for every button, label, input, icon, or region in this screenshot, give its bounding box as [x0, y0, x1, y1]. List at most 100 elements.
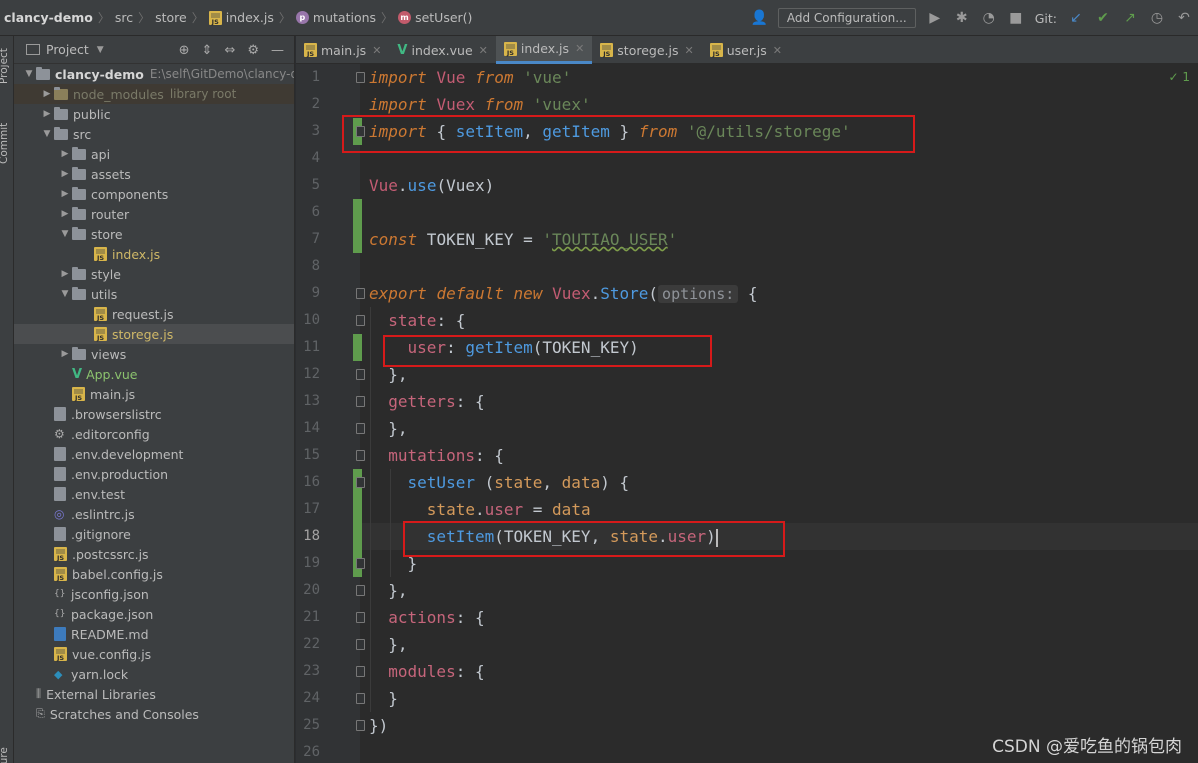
locate-icon[interactable]: ⊕ [179, 43, 190, 58]
tab-index-vue[interactable]: V index.vue ✕ [389, 36, 495, 64]
chevron-down-icon[interactable]: ▼ [40, 129, 54, 139]
close-icon[interactable]: ✕ [684, 44, 693, 57]
inspection-ok-icon[interactable]: ✓ 1 [1168, 70, 1190, 84]
chevron-right-icon[interactable]: ▶ [58, 269, 72, 279]
close-icon[interactable]: ✕ [479, 44, 488, 57]
tree-item-jsconfig-json[interactable]: {} jsconfig.json [14, 584, 294, 604]
tab-main-js[interactable]: JS main.js ✕ [296, 36, 389, 64]
chevron-right-icon[interactable]: ▶ [58, 149, 72, 159]
tree-item-style[interactable]: ▶ style [14, 264, 294, 284]
collapse-all-icon[interactable]: ⇔ [224, 43, 235, 58]
breadcrumb-mutations[interactable]: mutations [313, 10, 376, 25]
expand-all-icon[interactable]: ⇕ [202, 43, 213, 58]
chevron-down-icon[interactable]: ▼ [58, 229, 72, 239]
tree-item-label: storege.js [112, 326, 174, 342]
commit-tool-tab[interactable]: Commit [0, 123, 10, 164]
fold-icon[interactable] [356, 369, 365, 380]
tree-item-app-vue[interactable]: V App.vue [14, 364, 294, 384]
fold-icon[interactable] [356, 666, 365, 677]
chevron-right-icon[interactable]: ▶ [58, 349, 72, 359]
tree-item-src[interactable]: ▼ src [14, 124, 294, 144]
tree-item-request-js[interactable]: JS request.js [14, 304, 294, 324]
chevron-down-icon[interactable]: ▼ [97, 45, 104, 55]
chevron-down-icon[interactable]: ▼ [58, 289, 72, 299]
tree-item-eslintrc-js[interactable]: ◎ .eslintrc.js [14, 504, 294, 524]
tree-item-browserslistrc[interactable]: .browserslistrc [14, 404, 294, 424]
breadcrumb-project[interactable]: clancy-demo [4, 10, 93, 25]
tree-item-editorconfig[interactable]: ⚙ .editorconfig [14, 424, 294, 444]
add-configuration-button[interactable]: Add Configuration... [777, 8, 916, 28]
chevron-right-icon[interactable]: ▶ [40, 109, 54, 119]
breadcrumb-file[interactable]: index.js [226, 10, 274, 25]
fold-icon[interactable] [356, 450, 365, 461]
tree-item-gitignore[interactable]: .gitignore [14, 524, 294, 544]
fold-icon[interactable] [356, 477, 365, 488]
fold-icon[interactable] [356, 585, 365, 596]
tree-item-utils[interactable]: ▼ utils [14, 284, 294, 304]
breadcrumb-method[interactable]: setUser() [415, 10, 472, 25]
tree-root[interactable]: ▼ clancy-demo E:\self\GitDemo\clancy-dem… [14, 64, 294, 84]
fold-icon[interactable] [356, 423, 365, 434]
tree-item-components[interactable]: ▶ components [14, 184, 294, 204]
tree-item-external-libraries[interactable]: ⫼ External Libraries [14, 684, 294, 704]
user-icon[interactable]: 👤 [751, 10, 768, 26]
fold-icon[interactable] [356, 558, 365, 569]
debug-icon[interactable]: ✱ [954, 10, 970, 26]
breadcrumb-src[interactable]: src [115, 10, 133, 25]
close-icon[interactable]: ✕ [773, 44, 782, 57]
chevron-right-icon[interactable]: ▶ [58, 169, 72, 179]
tab-user-js[interactable]: JS user.js ✕ [702, 36, 790, 64]
tree-item-router[interactable]: ▶ router [14, 204, 294, 224]
tree-item-assets[interactable]: ▶ assets [14, 164, 294, 184]
tree-item-package-json[interactable]: {} package.json [14, 604, 294, 624]
tree-item-index-js[interactable]: JS index.js [14, 244, 294, 264]
tab-index-js[interactable]: JS index.js ✕ [495, 36, 593, 64]
tree-item-readme-md[interactable]: README.md [14, 624, 294, 644]
tree-item-api[interactable]: ▶ api [14, 144, 294, 164]
tree-item-env-production[interactable]: .env.production [14, 464, 294, 484]
tree-item-scratches[interactable]: ⎘ Scratches and Consoles [14, 704, 294, 724]
tab-storege-js[interactable]: JS storege.js ✕ [592, 36, 701, 64]
tree-item-vue-config-js[interactable]: JS vue.config.js [14, 644, 294, 664]
tree-item-postcssrc-js[interactable]: JS .postcssrc.js [14, 544, 294, 564]
fold-icon[interactable] [356, 693, 365, 704]
git-commit-icon[interactable]: ✔ [1095, 10, 1111, 26]
fold-icon[interactable] [356, 72, 365, 83]
git-push-icon[interactable]: ↗ [1122, 10, 1138, 26]
tree-item-store[interactable]: ▼ store [14, 224, 294, 244]
project-panel-title[interactable]: Project [46, 42, 89, 57]
structure-tool-tab[interactable]: Structure [0, 747, 10, 763]
fold-icon[interactable] [356, 612, 365, 623]
stop-icon[interactable]: ■ [1008, 10, 1024, 26]
close-icon[interactable]: ✕ [372, 44, 381, 57]
tree-item-env-test[interactable]: .env.test [14, 484, 294, 504]
run-icon[interactable]: ▶ [927, 10, 943, 26]
chevron-right-icon[interactable]: ▶ [58, 209, 72, 219]
history-icon[interactable]: ◷ [1149, 10, 1165, 26]
project-tool-tab[interactable]: Project [0, 48, 10, 84]
fold-icon[interactable] [356, 288, 365, 299]
fold-icon[interactable] [356, 720, 365, 731]
hide-icon[interactable]: — [271, 43, 284, 58]
fold-icon[interactable] [356, 396, 365, 407]
tree-item-babel-config-js[interactable]: JS babel.config.js [14, 564, 294, 584]
tree-item-yarn-lock[interactable]: ◆ yarn.lock [14, 664, 294, 684]
close-icon[interactable]: ✕ [575, 42, 584, 55]
tree-item-views[interactable]: ▶ views [14, 344, 294, 364]
tree-item-env-development[interactable]: .env.development [14, 444, 294, 464]
chevron-right-icon[interactable]: ▶ [58, 189, 72, 199]
tree-item-storege-js[interactable]: JS storege.js [14, 324, 294, 344]
coverage-icon[interactable]: ◔ [981, 10, 997, 26]
breadcrumb-store[interactable]: store [155, 10, 187, 25]
tree-item-public[interactable]: ▶ public [14, 104, 294, 124]
chevron-down-icon[interactable]: ▼ [22, 69, 36, 79]
tree-item-node-modules[interactable]: ▶ node_modules library root [14, 84, 294, 104]
fold-icon[interactable] [356, 315, 365, 326]
tree-item-main-js[interactable]: JS main.js [14, 384, 294, 404]
code-editor[interactable]: 1 2 3 4 5 6 7 8 9 10 11 12 13 14 15 16 17 18 19 20 21 22 23 24 2… [296, 64, 1198, 763]
git-update-icon[interactable]: ↙ [1068, 10, 1084, 26]
rollback-icon[interactable]: ↶ [1176, 10, 1192, 26]
fold-icon[interactable] [356, 639, 365, 650]
chevron-right-icon[interactable]: ▶ [40, 89, 54, 99]
gear-icon[interactable]: ⚙ [247, 43, 259, 58]
